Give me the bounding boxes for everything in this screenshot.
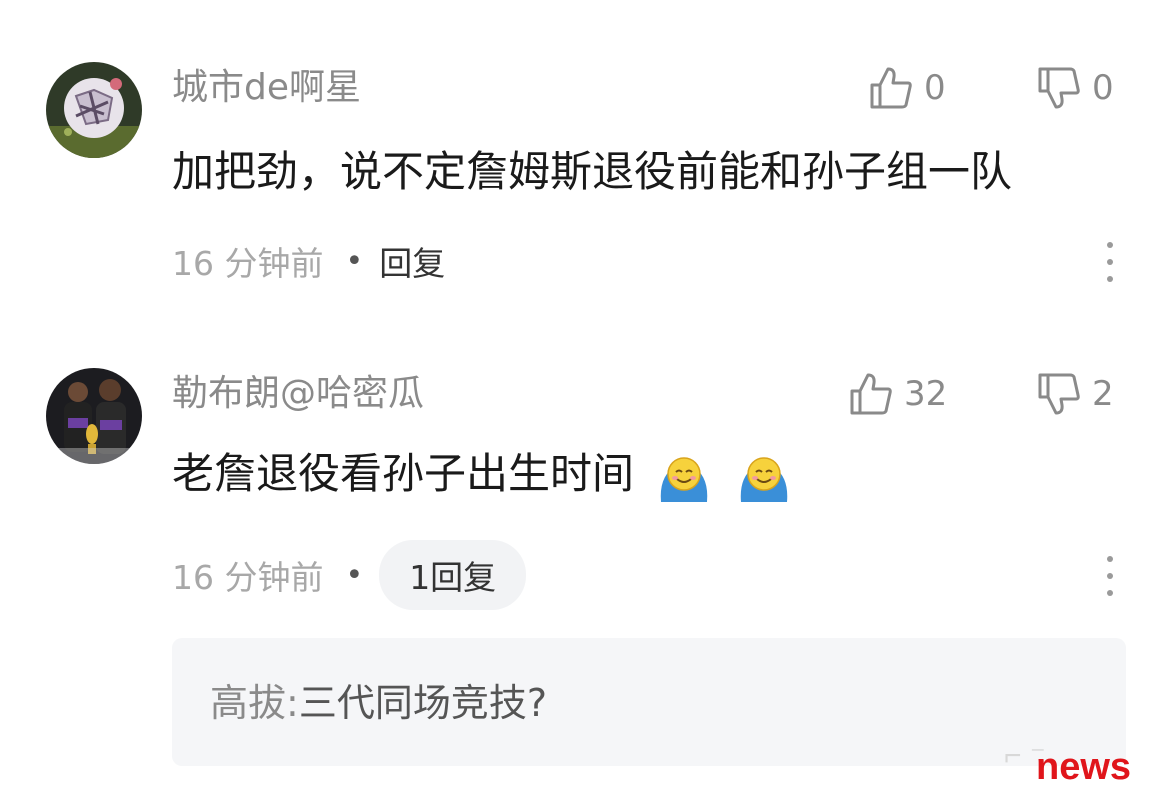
comment-text: 加把劲，说不定詹姆斯退役前能和孙子组一队 [172, 147, 1013, 196]
separator-dot: • [345, 557, 364, 593]
thumbs-down-icon [1038, 67, 1080, 109]
thumbs-up-icon [850, 373, 892, 415]
username[interactable]: 勒布朗@哈密瓜 [172, 372, 424, 416]
thumbs-up-icon [870, 67, 912, 109]
username[interactable]: 城市de啊星 [172, 66, 361, 110]
reply-button[interactable]: 回复 [379, 237, 445, 285]
soccer-ball-avatar-icon [46, 62, 142, 158]
like-count: 32 [904, 374, 948, 414]
more-dot [1107, 573, 1113, 579]
timestamp: 16 分钟前 [172, 244, 324, 283]
players-trophy-avatar-icon [46, 368, 142, 464]
watermark: news [1036, 746, 1132, 788]
reply-preview-line: 高拔:三代同场竞技? [210, 678, 547, 728]
more-vertical-icon [1107, 556, 1113, 562]
more-vertical-icon [1107, 242, 1113, 248]
like-count: 0 [924, 68, 946, 108]
reply-separator: : [286, 681, 299, 725]
comment-text: 老詹退役看孙子出生时间 [172, 446, 793, 506]
comment-meta: 16 分钟前 • 1回复 [172, 540, 527, 610]
more-dot [1107, 259, 1113, 265]
avatar[interactable] [46, 62, 142, 158]
thumbs-down-icon [1038, 373, 1080, 415]
comment-meta: 16 分钟前 • 回复 [172, 226, 445, 296]
separator-dot: • [345, 243, 364, 279]
like-button[interactable]: 32 [848, 372, 947, 416]
dislike-count: 2 [1092, 374, 1114, 414]
like-button[interactable]: 0 [868, 66, 946, 110]
avatar[interactable] [46, 368, 142, 464]
comment-text-content: 老詹退役看孙子出生时间 [172, 449, 635, 498]
reply-preview[interactable]: 高拔:三代同场竞技? [172, 638, 1126, 766]
more-dot [1107, 276, 1113, 282]
dislike-button[interactable]: 2 [1036, 372, 1114, 416]
dislike-button[interactable]: 0 [1036, 66, 1114, 110]
more-options-button[interactable] [1100, 556, 1120, 596]
reply-text: 三代同场竞技? [298, 681, 547, 725]
view-replies-button[interactable]: 1回复 [379, 540, 527, 610]
more-options-button[interactable] [1100, 242, 1120, 282]
dislike-count: 0 [1092, 68, 1114, 108]
reply-author[interactable]: 高拔 [210, 681, 286, 725]
more-dot [1107, 590, 1113, 596]
timestamp: 16 分钟前 [172, 558, 324, 597]
smiling-emoji-icon [661, 456, 708, 502]
smiling-emoji-icon [740, 456, 787, 502]
